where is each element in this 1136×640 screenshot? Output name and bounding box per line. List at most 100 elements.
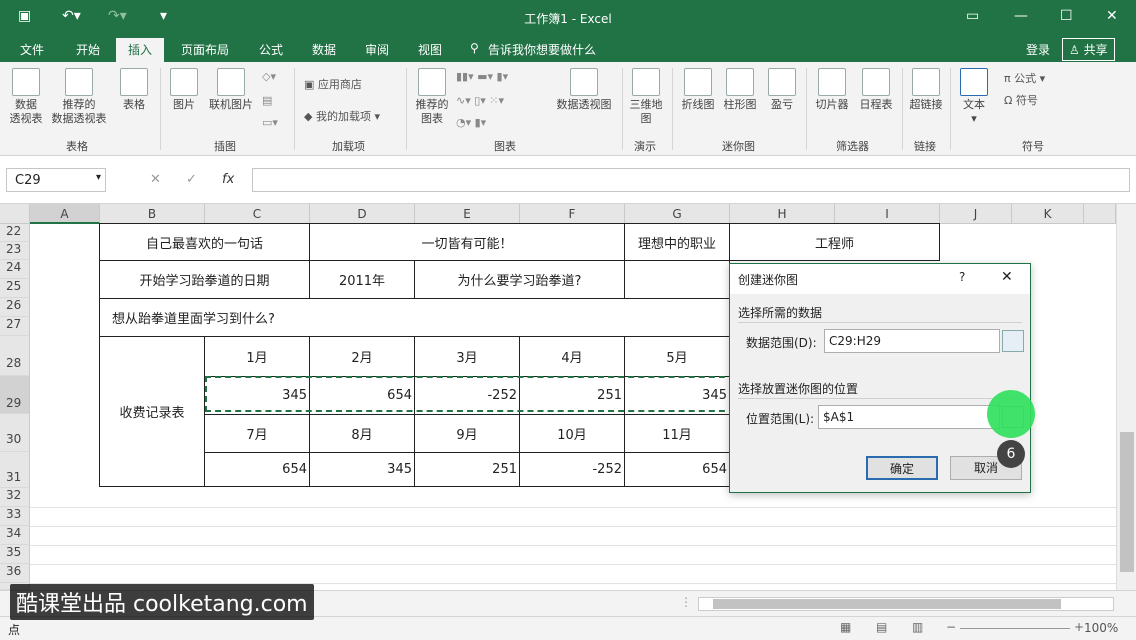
data-range-input[interactable]: C29:H29	[824, 329, 1000, 353]
name-box[interactable]: C29 ▾	[6, 168, 106, 192]
cell-h22[interactable]: 工程师	[729, 223, 940, 261]
cell-d24[interactable]: 2011年	[309, 260, 415, 299]
sign-in-link[interactable]: 登录	[1026, 41, 1050, 58]
row-header[interactable]: 24	[0, 260, 30, 279]
value-cell[interactable]: 345	[309, 452, 415, 487]
row-header[interactable]: 27	[0, 317, 30, 336]
ribbon-display-icon[interactable]: ▭	[966, 8, 979, 24]
row-header[interactable]: 30	[0, 414, 30, 452]
share-button[interactable]: ♙ 共享	[1062, 38, 1115, 61]
cell-b24[interactable]: 开始学习跆拳道的日期	[99, 260, 310, 299]
cell-b26[interactable]: 想从跆拳道里面学习到什么?	[99, 298, 730, 337]
month-cell[interactable]: 5月	[624, 336, 730, 377]
tab-page-layout[interactable]: 页面布局	[181, 41, 229, 58]
value-cell[interactable]: -252	[519, 452, 625, 487]
pivot-chart-button[interactable]: 数据透视图	[552, 68, 616, 112]
row-header[interactable]: 26	[0, 298, 30, 317]
sparkline-line-button[interactable]: 折线图	[678, 68, 718, 112]
scroll-thumb[interactable]	[1120, 432, 1134, 572]
tab-insert[interactable]: 插入	[116, 38, 165, 64]
row-header[interactable]: 29	[0, 376, 30, 414]
close-icon[interactable]: ✕	[1001, 269, 1013, 285]
text-button[interactable]: 文本 ▾	[956, 68, 992, 126]
insert-function-icon[interactable]: fx	[222, 172, 234, 187]
column-header[interactable]: H	[730, 204, 835, 224]
value-cell[interactable]: 654	[624, 452, 730, 487]
row-header[interactable]: 25	[0, 279, 30, 298]
column-header[interactable]: D	[310, 204, 415, 224]
zoom-slider[interactable]	[960, 628, 1070, 629]
row-header[interactable]: 35	[0, 545, 30, 564]
row-header[interactable]: 28	[0, 336, 30, 376]
slicer-button[interactable]: 切片器	[812, 68, 852, 112]
3d-map-button[interactable]: 三维地 图	[626, 68, 666, 126]
shapes-icon[interactable]: ◇▾	[262, 70, 276, 83]
cell-d22[interactable]: 一切皆有可能！	[309, 223, 625, 261]
table-button[interactable]: 表格	[114, 68, 154, 112]
pie-chart-icon[interactable]: ◔▾ ▮▾	[456, 116, 486, 129]
cell-g24[interactable]	[624, 260, 730, 299]
row-header[interactable]: 34	[0, 526, 30, 545]
column-header[interactable]: G	[625, 204, 730, 224]
row-header[interactable]: 33	[0, 507, 30, 526]
picture-button[interactable]: 图片	[166, 68, 202, 112]
column-header[interactable]: K	[1012, 204, 1084, 224]
normal-view-icon[interactable]: ▦	[840, 620, 851, 634]
column-header[interactable]: F	[520, 204, 625, 224]
ok-button[interactable]: 确定	[866, 456, 938, 480]
column-header[interactable]: J	[940, 204, 1012, 224]
pivot-table-button[interactable]: 数据 透视表	[4, 68, 48, 126]
zoom-out-icon[interactable]: −	[946, 620, 956, 634]
column-header[interactable]: E	[415, 204, 520, 224]
smartart-icon[interactable]: ▤	[262, 94, 272, 107]
column-header[interactable]: C	[205, 204, 310, 224]
timeline-button[interactable]: 日程表	[856, 68, 896, 112]
scroll-thumb[interactable]	[713, 599, 1061, 609]
zoom-in-icon[interactable]: +	[1074, 620, 1084, 634]
tab-review[interactable]: 审阅	[365, 41, 389, 58]
range-picker-icon[interactable]	[1002, 330, 1024, 352]
value-cell[interactable]: 654	[204, 452, 310, 487]
select-all-corner[interactable]	[0, 204, 30, 224]
tab-formulas[interactable]: 公式	[259, 41, 283, 58]
recommended-pivot-button[interactable]: 推荐的 数据透视表	[48, 68, 110, 126]
enter-icon[interactable]: ✓	[186, 172, 197, 187]
tell-me-box[interactable]: 告诉我你想要做什么	[488, 41, 596, 58]
screenshot-icon[interactable]: ▭▾	[262, 116, 278, 129]
value-cell[interactable]: 251	[414, 452, 520, 487]
sparkline-column-button[interactable]: 柱形图	[720, 68, 760, 112]
cell-b28[interactable]: 收费记录表	[99, 336, 205, 487]
close-icon[interactable]: ✕	[1106, 8, 1118, 24]
store-button[interactable]: ▣ 应用商店	[304, 76, 362, 92]
symbol-button[interactable]: Ω 符号	[1004, 92, 1038, 108]
month-cell[interactable]: 1月	[204, 336, 310, 377]
my-addins-button[interactable]: ◆ 我的加载项 ▾	[304, 108, 380, 124]
cell-g22[interactable]: 理想中的职业	[624, 223, 730, 261]
month-cell[interactable]: 11月	[624, 414, 730, 453]
maximize-icon[interactable]: ☐	[1060, 8, 1073, 24]
formula-input[interactable]	[252, 168, 1130, 192]
column-header[interactable]: A	[30, 204, 100, 224]
ellipsis-icon[interactable]: ⋮	[680, 595, 692, 609]
tab-home[interactable]: 开始	[76, 41, 100, 58]
month-cell[interactable]: 10月	[519, 414, 625, 453]
tab-view[interactable]: 视图	[418, 41, 442, 58]
month-cell[interactable]: 3月	[414, 336, 520, 377]
tab-data[interactable]: 数据	[312, 41, 336, 58]
page-break-icon[interactable]: ▥	[912, 620, 923, 634]
sparkline-winloss-button[interactable]: 盈亏	[764, 68, 800, 112]
month-cell[interactable]: 9月	[414, 414, 520, 453]
tab-file[interactable]: 文件	[20, 41, 44, 58]
horizontal-scrollbar[interactable]	[698, 597, 1114, 611]
row-header[interactable]: 31	[0, 452, 30, 488]
column-header[interactable]: B	[100, 204, 205, 224]
row-header[interactable]: 32	[0, 488, 30, 507]
month-cell[interactable]: 8月	[309, 414, 415, 453]
month-cell[interactable]: 4月	[519, 336, 625, 377]
cell-e24[interactable]: 为什么要学习跆拳道?	[414, 260, 625, 299]
zoom-level[interactable]: 100%	[1084, 621, 1118, 635]
column-header[interactable]: I	[835, 204, 940, 224]
minimize-icon[interactable]: —	[1014, 8, 1028, 24]
row-header[interactable]: 22	[0, 224, 30, 242]
cancel-icon[interactable]: ✕	[150, 172, 161, 187]
